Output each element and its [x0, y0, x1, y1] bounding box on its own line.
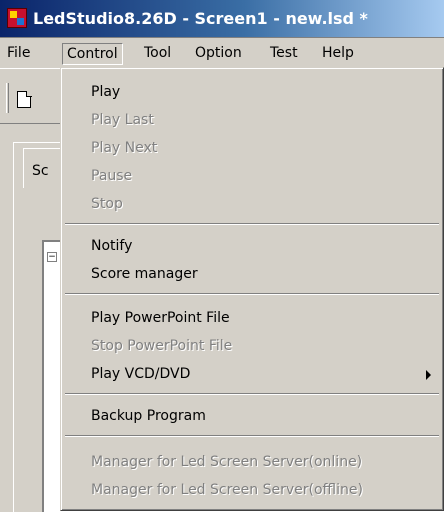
menu-option[interactable]: Option: [191, 43, 246, 65]
tree-expand-icon[interactable]: −: [47, 252, 57, 262]
menu-control[interactable]: Control: [62, 43, 123, 65]
menu-item-play-vcd-dvd[interactable]: Play VCD/DVD: [63, 362, 441, 388]
menu-item-notify[interactable]: Notify: [63, 234, 441, 260]
menu-item-play[interactable]: Play: [63, 80, 441, 106]
menu-item-score-manager[interactable]: Score manager: [63, 262, 441, 288]
menu-tool[interactable]: Tool: [140, 43, 175, 65]
new-document-icon[interactable]: [17, 90, 32, 108]
menu-item-play-next[interactable]: Play Next: [63, 136, 441, 162]
menu-item-label: Play PowerPoint File: [91, 310, 230, 326]
menu-separator: [65, 293, 439, 295]
menu-test[interactable]: Test: [266, 43, 302, 65]
menu-separator: [65, 393, 439, 395]
menu-item-label: Notify: [91, 238, 133, 254]
menu-file[interactable]: File: [3, 43, 34, 65]
menu-item-backup-program[interactable]: Backup Program: [63, 404, 441, 430]
menu-bar: File Control Tool Option Test Help: [0, 38, 444, 68]
menu-item-label: Play VCD/DVD: [91, 366, 191, 382]
app-icon[interactable]: [7, 8, 27, 28]
menu-item-label: Score manager: [91, 266, 198, 282]
menu-item-label: Play: [91, 84, 121, 100]
window-title: LedStudio8.26D - Screen1 - new.lsd *: [33, 9, 368, 28]
menu-item-label: Stop: [91, 196, 123, 212]
menu-item-label: Manager for Led Screen Server(offline): [91, 482, 363, 498]
toolbar-grip[interactable]: [6, 83, 9, 113]
menu-separator: [65, 223, 439, 225]
menu-item-label: Stop PowerPoint File: [91, 338, 233, 354]
menu-help[interactable]: Help: [318, 43, 358, 65]
menu-item-stop[interactable]: Stop: [63, 192, 441, 218]
menu-item-play-powerpoint[interactable]: Play PowerPoint File: [63, 306, 441, 332]
control-menu: Play Play Last Play Next Pause Stop Noti…: [60, 67, 444, 511]
menu-item-server-online[interactable]: Manager for Led Screen Server(online): [63, 450, 441, 476]
menu-separator: [65, 435, 439, 437]
menu-item-label: Play Next: [91, 140, 158, 156]
menu-item-label: Manager for Led Screen Server(online): [91, 454, 363, 470]
menu-item-label: Pause: [91, 168, 133, 184]
menu-item-pause[interactable]: Pause: [63, 164, 441, 190]
title-bar: LedStudio8.26D - Screen1 - new.lsd *: [0, 0, 444, 38]
menu-item-stop-powerpoint[interactable]: Stop PowerPoint File: [63, 334, 441, 360]
menu-item-label: Play Last: [91, 112, 154, 128]
menu-item-label: Backup Program: [91, 408, 206, 424]
submenu-arrow-icon: [426, 370, 431, 380]
menu-item-play-last[interactable]: Play Last: [63, 108, 441, 134]
menu-item-server-offline[interactable]: Manager for Led Screen Server(offline): [63, 478, 441, 504]
